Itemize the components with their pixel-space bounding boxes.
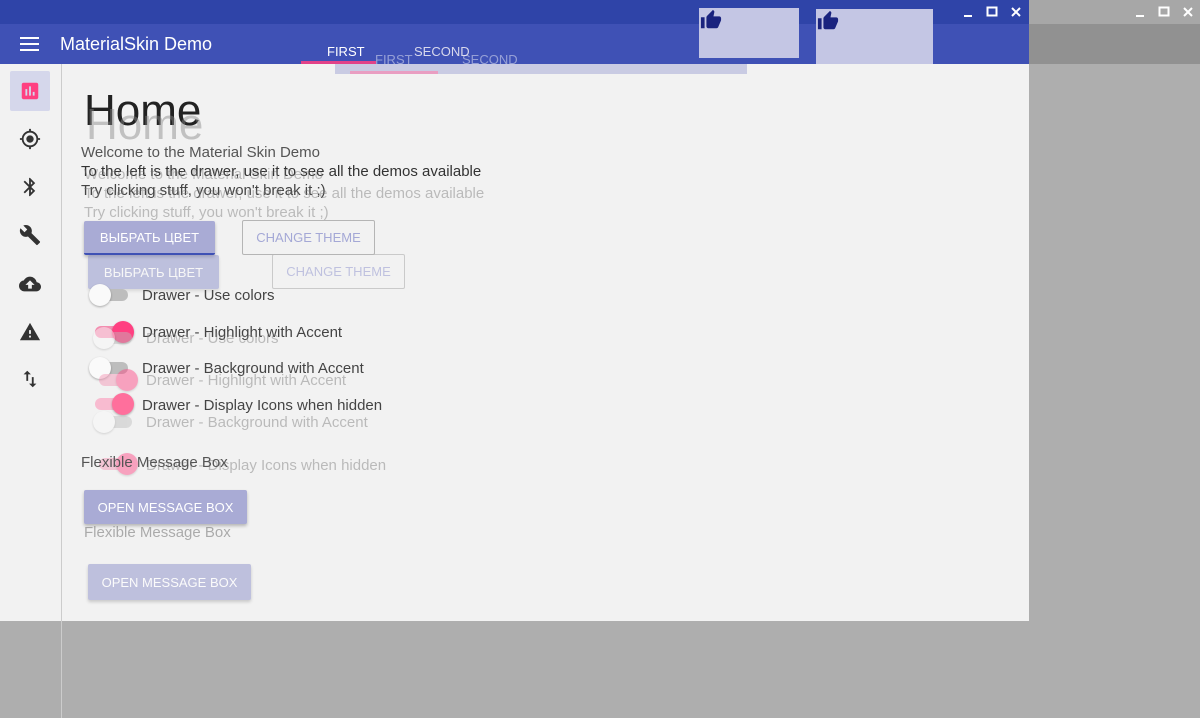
minimize-button[interactable] bbox=[961, 5, 975, 19]
welcome-text: Welcome to the Material Skin Demo bbox=[81, 144, 320, 161]
maximize-icon bbox=[986, 6, 998, 17]
maximize-icon bbox=[1158, 6, 1170, 17]
toggle-thumb bbox=[116, 369, 138, 391]
minimize-icon bbox=[1136, 15, 1144, 17]
toggle-thumb bbox=[93, 327, 115, 349]
tab-first[interactable]: FIRST bbox=[327, 45, 365, 59]
toggle-label-use-colors: Drawer - Use colors bbox=[142, 287, 275, 304]
ghost-toggle-use-colors[interactable] bbox=[92, 326, 136, 350]
nav-item-transfer[interactable] bbox=[10, 359, 50, 399]
toggle-use-colors[interactable] bbox=[88, 283, 132, 307]
like-button[interactable] bbox=[699, 8, 799, 58]
ghost-close-button[interactable] bbox=[1181, 5, 1195, 19]
tab-indicator bbox=[301, 61, 376, 64]
ghost-titlebar bbox=[1029, 0, 1200, 24]
chart-icon bbox=[21, 82, 39, 100]
app-title: MaterialSkin Demo bbox=[60, 34, 213, 54]
minimize-icon bbox=[964, 15, 972, 17]
like-button-secondary[interactable] bbox=[816, 9, 933, 64]
ghost-tab-indicator bbox=[350, 71, 438, 74]
close-icon bbox=[1011, 7, 1021, 17]
swap-vertical-icon bbox=[23, 370, 37, 388]
close-button[interactable] bbox=[1009, 5, 1023, 19]
ghost-open-message-box-button[interactable]: OPEN MESSAGE BOX bbox=[88, 564, 251, 600]
ghost-toggle-label-use-colors: Drawer - Use colors bbox=[146, 330, 279, 347]
ghost-page-title: Home bbox=[86, 100, 204, 149]
cloud-upload-icon bbox=[19, 276, 41, 292]
menu-button[interactable] bbox=[20, 37, 39, 51]
ghost-drawer-hint-text: To the left is the drawer, use it to see… bbox=[84, 185, 485, 202]
ghost-change-theme-button[interactable]: CHANGE THEME bbox=[272, 254, 405, 289]
ghost-toggle-background-accent[interactable] bbox=[92, 410, 136, 434]
change-theme-button[interactable]: CHANGE THEME bbox=[242, 220, 375, 255]
ghost-toggle-label-background-accent: Drawer - Background with Accent bbox=[146, 414, 368, 431]
ghost-toggle-highlight-accent[interactable] bbox=[95, 368, 139, 392]
close-icon bbox=[1183, 7, 1193, 17]
menu-icon bbox=[20, 37, 39, 39]
menu-icon-bar bbox=[20, 49, 39, 51]
pick-color-button[interactable]: ВЫБРАТЬ ЦВЕТ bbox=[84, 221, 215, 255]
nav-item-warning[interactable] bbox=[10, 312, 50, 352]
ghost-toggle-label-highlight-accent: Drawer - Highlight with Accent bbox=[146, 372, 347, 389]
nav-item-bluetooth[interactable] bbox=[10, 167, 50, 207]
toggle-label-display-icons: Drawer - Display Icons when hidden bbox=[142, 397, 383, 414]
thumb-up-icon bbox=[700, 9, 722, 29]
nav-item-home[interactable] bbox=[10, 71, 50, 111]
ghost-tab-second[interactable]: SECOND bbox=[462, 53, 518, 67]
ghost-app-bar bbox=[1029, 24, 1200, 64]
toggle-thumb bbox=[93, 411, 115, 433]
open-message-box-button[interactable]: OPEN MESSAGE BOX bbox=[84, 490, 247, 524]
crosshair-icon bbox=[19, 128, 41, 150]
nav-item-upload[interactable] bbox=[10, 264, 50, 304]
bluetooth-icon bbox=[23, 177, 36, 197]
message-box-section-title: Flexible Message Box bbox=[81, 454, 228, 471]
menu-icon-bar bbox=[20, 43, 39, 45]
ghost-minimize-button[interactable] bbox=[1133, 5, 1147, 19]
maximize-button[interactable] bbox=[985, 5, 999, 19]
ghost-message-box-section-title: Flexible Message Box bbox=[84, 524, 231, 541]
ghost-maximize-button[interactable] bbox=[1157, 5, 1171, 19]
nav-item-settings[interactable] bbox=[10, 215, 50, 255]
thumb-up-icon bbox=[817, 10, 839, 30]
nav-item-location[interactable] bbox=[10, 119, 50, 159]
wrench-icon bbox=[19, 225, 41, 246]
ghost-tab-first[interactable]: FIRST bbox=[375, 53, 413, 67]
warning-icon bbox=[19, 322, 41, 341]
toggle-thumb bbox=[89, 284, 111, 306]
ghost-welcome-text: Welcome to the Material Skin Demo bbox=[84, 166, 323, 183]
